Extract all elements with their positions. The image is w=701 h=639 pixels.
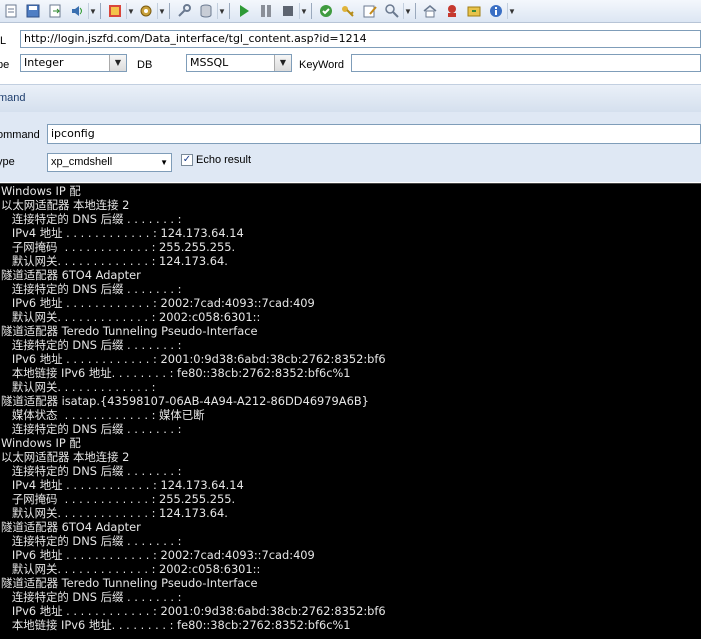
user-icon[interactable] bbox=[444, 3, 460, 19]
command-section-header[interactable]: mand bbox=[0, 84, 701, 113]
url-label: L bbox=[0, 35, 7, 47]
stop-icon[interactable] bbox=[280, 3, 296, 19]
url-input[interactable]: http://login.jszfd.com/Data_interface/tg… bbox=[20, 30, 701, 48]
console-line: 隧道适配器 6TO4 Adapter bbox=[1, 520, 141, 534]
console-line: 隧道适配器 Teredo Tunneling Pseudo-Interface bbox=[1, 324, 258, 338]
console-line: 连接特定的 DNS 后缀 . . . . . . . : bbox=[1, 590, 182, 604]
console-output[interactable]: Windows IP 配以太网适配器 本地连接 2 连接特定的 DNS 后缀 .… bbox=[0, 183, 701, 639]
dropdown-arrow-icon[interactable]: ▼ bbox=[299, 3, 308, 19]
command-label: ommand bbox=[0, 129, 40, 141]
pause-icon[interactable] bbox=[258, 3, 274, 19]
command-type-label: ype bbox=[0, 156, 15, 168]
command-panel: ommand ipconfig ype xp_cmdshell ▼ ✓ Echo… bbox=[0, 112, 701, 182]
keyword-label: KeyWord bbox=[299, 59, 345, 71]
chevron-down-icon[interactable]: ▼ bbox=[274, 55, 291, 71]
tools-icon[interactable] bbox=[138, 3, 154, 19]
key-icon[interactable] bbox=[340, 3, 356, 19]
console-line: 本地链接 IPv6 地址. . . . . . . . : fe80::38cb… bbox=[1, 366, 351, 380]
console-line: IPv6 地址 . . . . . . . . . . . . : 2002:7… bbox=[1, 296, 315, 310]
dropdown-arrow-icon[interactable]: ▼ bbox=[126, 3, 135, 19]
console-line: 连接特定的 DNS 后缀 . . . . . . . : bbox=[1, 464, 182, 478]
console-line: 连接特定的 DNS 后缀 . . . . . . . : bbox=[1, 534, 182, 548]
dropdown-arrow-icon[interactable]: ▼ bbox=[217, 3, 226, 19]
type-select-value: Integer bbox=[24, 56, 64, 69]
console-line: Windows IP 配 bbox=[1, 184, 81, 198]
console-lines: Windows IP 配以太网适配器 本地连接 2 连接特定的 DNS 后缀 .… bbox=[0, 184, 701, 632]
console-line: 隧道适配器 6TO4 Adapter bbox=[1, 268, 141, 282]
console-line: Windows IP 配 bbox=[1, 436, 81, 450]
dropdown-arrow-icon[interactable]: ▼ bbox=[88, 3, 97, 19]
type-label: pe bbox=[0, 59, 10, 71]
console-line: 连接特定的 DNS 后缀 . . . . . . . : bbox=[1, 422, 182, 436]
console-line: 本地链接 IPv6 地址. . . . . . . . : fe80::38cb… bbox=[1, 618, 351, 632]
console-line: 连接特定的 DNS 后缀 . . . . . . . : bbox=[1, 282, 182, 296]
console-line: 默认网关. . . . . . . . . . . . . : bbox=[1, 380, 156, 394]
console-line: IPv6 地址 . . . . . . . . . . . . : 2002:7… bbox=[1, 548, 315, 562]
console-line: 连接特定的 DNS 后缀 . . . . . . . : bbox=[1, 338, 182, 352]
toolbar-separator bbox=[100, 3, 101, 19]
console-line: IPv4 地址 . . . . . . . . . . . . : 124.17… bbox=[1, 478, 244, 492]
speaker-icon[interactable] bbox=[69, 3, 85, 19]
settings-icon[interactable] bbox=[107, 3, 123, 19]
info-icon[interactable] bbox=[488, 3, 504, 19]
toolbar-separator bbox=[169, 3, 170, 19]
db-select[interactable]: MSSQL ▼ bbox=[186, 54, 292, 72]
toolbar: ▼ ▼ ▼ ▼ ▼ ▼ ▼ bbox=[0, 0, 701, 23]
console-line: 以太网适配器 本地连接 2 bbox=[1, 198, 130, 212]
toolbar-separator bbox=[311, 3, 312, 19]
keyword-input[interactable] bbox=[351, 54, 701, 72]
db-label: DB bbox=[137, 59, 153, 71]
save-icon[interactable] bbox=[25, 3, 41, 19]
console-line: 子网掩码 . . . . . . . . . . . . : 255.255.2… bbox=[1, 240, 236, 254]
plugin-icon[interactable] bbox=[466, 3, 482, 19]
console-line: 连接特定的 DNS 后缀 . . . . . . . : bbox=[1, 212, 182, 226]
console-line: 默认网关. . . . . . . . . . . . . : 2002:c05… bbox=[1, 562, 261, 576]
console-line: 默认网关. . . . . . . . . . . . . : 2002:c05… bbox=[1, 310, 261, 324]
toolbar-separator bbox=[415, 3, 416, 19]
find-icon[interactable] bbox=[384, 3, 400, 19]
console-line: 隧道适配器 Teredo Tunneling Pseudo-Interface bbox=[1, 576, 258, 590]
check-icon[interactable] bbox=[318, 3, 334, 19]
home-icon[interactable] bbox=[422, 3, 438, 19]
console-line: 以太网适配器 本地连接 2 bbox=[1, 450, 130, 464]
dropdown-arrow-icon[interactable]: ▼ bbox=[403, 3, 412, 19]
command-type-select[interactable]: xp_cmdshell ▼ bbox=[47, 153, 172, 172]
console-line: 隧道适配器 isatap.{43598107-06AB-4A94-A212-86… bbox=[1, 394, 369, 408]
console-line: 默认网关. . . . . . . . . . . . . : 124.173.… bbox=[1, 506, 228, 520]
dropdown-arrow-icon[interactable]: ▼ bbox=[157, 3, 166, 19]
wrench-icon[interactable] bbox=[176, 3, 192, 19]
console-line: 子网掩码 . . . . . . . . . . . . : 255.255.2… bbox=[1, 492, 236, 506]
command-input[interactable]: ipconfig bbox=[47, 124, 701, 144]
console-line: 媒体状态 . . . . . . . . . . . . : 媒体已断 bbox=[1, 408, 205, 422]
play-icon[interactable] bbox=[236, 3, 252, 19]
command-type-value: xp_cmdshell bbox=[51, 156, 113, 168]
db-select-value: MSSQL bbox=[190, 56, 229, 69]
console-line: 默认网关. . . . . . . . . . . . . : 124.173.… bbox=[1, 254, 228, 268]
type-select[interactable]: Integer ▼ bbox=[20, 54, 127, 72]
toolbar-separator bbox=[229, 3, 230, 19]
chevron-down-icon[interactable]: ▼ bbox=[160, 154, 168, 171]
page-icon[interactable] bbox=[3, 3, 19, 19]
database-icon[interactable] bbox=[198, 3, 214, 19]
chevron-down-icon[interactable]: ▼ bbox=[109, 55, 126, 71]
console-line: IPv6 地址 . . . . . . . . . . . . : 2001:0… bbox=[1, 352, 386, 366]
echo-result-label: Echo result bbox=[196, 154, 252, 166]
console-line: IPv4 地址 . . . . . . . . . . . . : 124.17… bbox=[1, 226, 244, 240]
export-icon[interactable] bbox=[47, 3, 63, 19]
edit-icon[interactable] bbox=[362, 3, 378, 19]
section-title: mand bbox=[0, 92, 26, 104]
echo-result-checkbox[interactable]: ✓ bbox=[181, 154, 193, 166]
dropdown-arrow-icon[interactable]: ▼ bbox=[507, 3, 516, 19]
console-line: IPv6 地址 . . . . . . . . . . . . : 2001:0… bbox=[1, 604, 386, 618]
